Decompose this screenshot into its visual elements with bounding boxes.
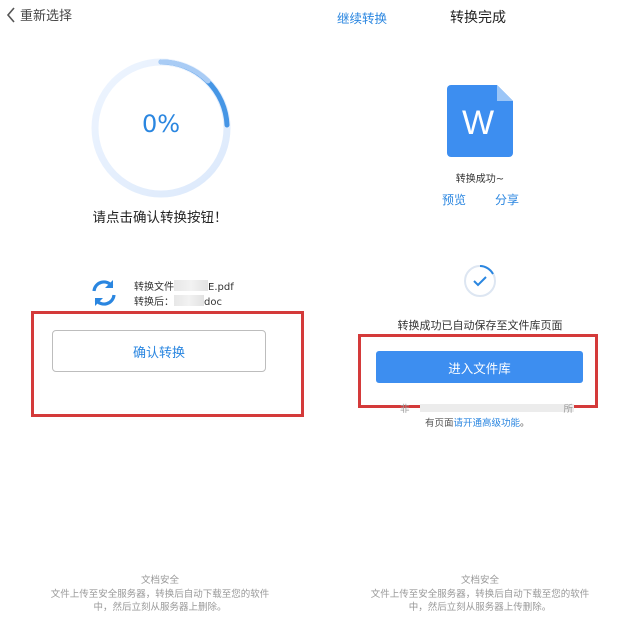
file-after-prefix: 转换后： <box>134 297 174 308</box>
note-line2-prefix: 有页面 <box>425 418 454 429</box>
file-after-suffix: doc <box>204 297 222 308</box>
blurred-filename <box>174 295 204 306</box>
word-document-icon: W <box>447 85 513 157</box>
note-suffix: 所 <box>563 404 574 415</box>
blurred-filename <box>174 280 208 291</box>
check-circle-icon <box>463 264 497 298</box>
file-after: 转换后： doc <box>134 293 222 308</box>
convert-confirm-panel: 重新选择 0% 请点击确认转换按钮！ 转换文件 E.pdf 转换后： doc 确认转… <box>0 0 320 640</box>
confirm-convert-button[interactable]: 确认转换 <box>52 330 266 372</box>
share-link[interactable]: 分享 <box>495 191 519 208</box>
convert-prompt: 请点击确认转换按钮！ <box>92 210 228 226</box>
security-line2: 中，然后立刻从服务器上传删除。 <box>408 602 552 613</box>
file-before: 转换文件 E.pdf <box>134 278 234 293</box>
enter-library-button[interactable]: 进入文件库 <box>376 351 583 383</box>
convert-complete-panel: 继续转换 转换完成 W 转换成功~ 预览 分享 转换成功已自动保存至文件库页面 … <box>320 0 640 640</box>
note-line2-suffix: 。 <box>520 418 530 429</box>
chevron-left-icon <box>6 6 16 23</box>
sync-arrows-icon <box>88 277 120 309</box>
note-line1: 非所 <box>400 401 573 415</box>
security-title: 文档安全 <box>140 575 179 586</box>
preview-link[interactable]: 预览 <box>442 191 466 208</box>
success-message: 转换成功~ <box>455 174 505 185</box>
security-line2: 中，然后立刻从服务器上删除。 <box>93 602 227 613</box>
back-button[interactable]: 重新选择 <box>6 5 72 24</box>
doc-letter: W <box>462 104 494 142</box>
continue-convert-link[interactable]: 继续转换 <box>337 8 387 27</box>
saved-message: 转换成功已自动保存至文件库页面 <box>397 319 563 332</box>
page-title: 转换完成 <box>450 10 506 26</box>
file-before-prefix: 转换文件 <box>134 282 174 293</box>
security-title: 文档安全 <box>460 575 499 586</box>
upgrade-link[interactable]: 请开通高级功能 <box>454 418 521 429</box>
file-before-suffix: E.pdf <box>208 282 234 293</box>
progress-percent: 0% <box>141 110 181 138</box>
back-label: 重新选择 <box>20 9 73 24</box>
note-prefix: 非 <box>400 404 410 415</box>
note-line2: 有页面请开通高级功能。 <box>425 415 530 429</box>
